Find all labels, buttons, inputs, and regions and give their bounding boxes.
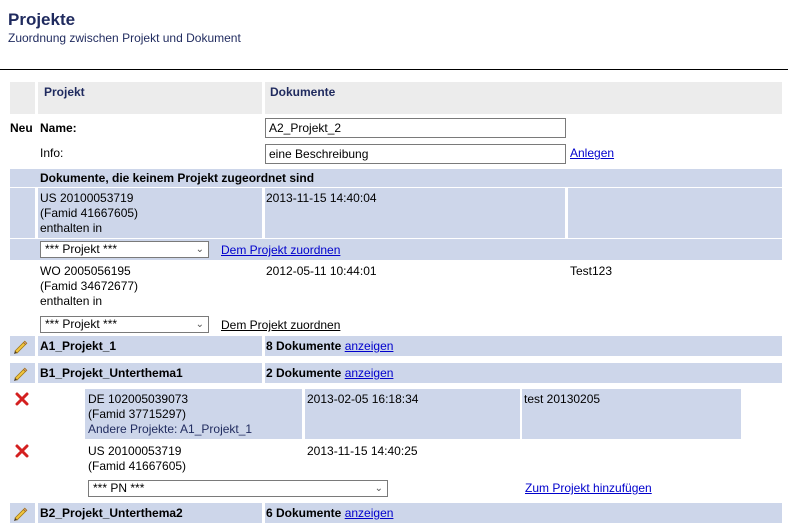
doc-date: 2012-05-11 10:44:01 — [266, 264, 377, 278]
chevron-down-icon: ⌄ — [195, 319, 204, 330]
doc-contained-label: enthalten in — [40, 294, 103, 308]
project-doc-info-cell: DE 102005039073 (Famid 37715297) Andere … — [85, 389, 302, 439]
project-select[interactable]: *** Projekt *** ⌄ — [40, 241, 209, 258]
doc-number: US 20100053719 — [40, 191, 134, 205]
doc1-date-cell: 2013-11-15 14:40:04 — [265, 188, 565, 238]
project-count-cell: 8 Dokumente anzeigen — [265, 336, 782, 356]
column-header-project: Projekt — [44, 85, 85, 99]
project-select-value: *** Projekt *** — [45, 317, 118, 331]
patent-number-select[interactable]: *** PN *** ⌄ — [88, 480, 388, 497]
project-name: A1_Projekt_1 — [40, 339, 117, 353]
doc1-info-cell: US 20100053719 (Famid 41667605) enthalte… — [38, 188, 262, 238]
doc-famid: (Famid 34672677) — [40, 279, 139, 293]
new-label: Neu — [10, 121, 33, 135]
doc-famid: (Famid 41667605) — [40, 206, 139, 220]
doc-famid: (Famid 37715297) — [88, 407, 187, 421]
pencil-icon[interactable] — [12, 365, 28, 381]
project-doc-comment-cell: test 20130205 — [522, 389, 741, 439]
red-x-icon[interactable] — [15, 392, 29, 406]
doc-date: 2013-02-05 16:18:34 — [307, 392, 419, 406]
name-label: Name: — [40, 121, 77, 135]
project-name-cell: A1_Projekt_1 — [38, 336, 262, 356]
doc-number: WO 2005056195 — [40, 264, 131, 278]
project-name-input[interactable] — [265, 118, 566, 138]
project-select[interactable]: *** Projekt *** ⌄ — [40, 316, 209, 333]
unassigned-heading-row: Dokumente, die keinem Projekt zugeordnet… — [10, 169, 782, 187]
chevron-down-icon: ⌄ — [374, 483, 383, 494]
assign-to-project-link[interactable]: Dem Projekt zuordnen — [221, 243, 340, 257]
doc-contained-label: enthalten in — [40, 221, 103, 235]
project-doc-count: 2 Dokumente — [266, 366, 342, 380]
project-count-cell: 6 Dokumente anzeigen — [265, 503, 782, 523]
show-documents-link[interactable]: anzeigen — [345, 339, 394, 353]
page-title: Projekte — [8, 10, 76, 29]
show-documents-link[interactable]: anzeigen — [345, 506, 394, 520]
chevron-down-icon: ⌄ — [195, 244, 204, 255]
doc1-comment-cell — [568, 188, 782, 238]
project-edit-cell — [10, 363, 35, 383]
other-projects: Andere Projekte: A1_Projekt_1 — [88, 422, 253, 436]
project-edit-cell — [10, 503, 35, 523]
project-doc-count: 8 Dokumente — [266, 339, 342, 353]
project-count-cell: 2 Dokumente anzeigen — [265, 363, 782, 383]
project-name: B2_Projekt_Unterthema2 — [40, 506, 183, 520]
doc1-spacer-cell — [10, 188, 35, 238]
project-info-input[interactable] — [265, 144, 566, 164]
header-divider — [0, 69, 788, 70]
create-project-link[interactable]: Anlegen — [570, 146, 614, 160]
doc-comment: test 20130205 — [524, 392, 601, 406]
unassigned-heading: Dokumente, die keinem Projekt zugeordnet… — [40, 171, 315, 185]
doc-comment: Test123 — [570, 264, 613, 278]
patent-select-value: *** PN *** — [93, 481, 145, 495]
info-label: Info: — [40, 146, 64, 160]
project-select-value: *** Projekt *** — [45, 242, 118, 256]
assign-to-project-link[interactable]: Dem Projekt zuordnen — [221, 318, 340, 332]
doc-number: DE 102005039073 — [88, 392, 189, 406]
project-doc-date-cell: 2013-02-05 16:18:34 — [305, 389, 520, 439]
column-header-documents-cell: Dokumente — [265, 82, 782, 114]
doc-date: 2013-11-15 14:40:04 — [266, 191, 377, 205]
page-subtitle: Zuordnung zwischen Projekt und Dokument — [8, 31, 241, 45]
project-name-cell: B2_Projekt_Unterthema2 — [38, 503, 262, 523]
project-name: B1_Projekt_Unterthema1 — [40, 366, 183, 380]
show-documents-link[interactable]: anzeigen — [345, 366, 394, 380]
project-doc-count: 6 Dokumente — [266, 506, 342, 520]
doc-famid: (Famid 41667605) — [88, 459, 187, 473]
column-header-project-cell: Projekt — [38, 82, 262, 114]
red-x-icon[interactable] — [15, 444, 29, 458]
pencil-icon[interactable] — [12, 505, 28, 521]
doc-date: 2013-11-15 14:40:25 — [307, 444, 418, 458]
pencil-icon[interactable] — [12, 338, 28, 354]
add-to-project-link[interactable]: Zum Projekt hinzufügen — [525, 481, 652, 495]
doc-number: US 20100053719 — [88, 444, 182, 458]
project-name-cell: B1_Projekt_Unterthema1 — [38, 363, 262, 383]
column-header-spacer — [10, 82, 35, 114]
project-edit-cell — [10, 336, 35, 356]
column-header-documents: Dokumente — [270, 85, 336, 99]
